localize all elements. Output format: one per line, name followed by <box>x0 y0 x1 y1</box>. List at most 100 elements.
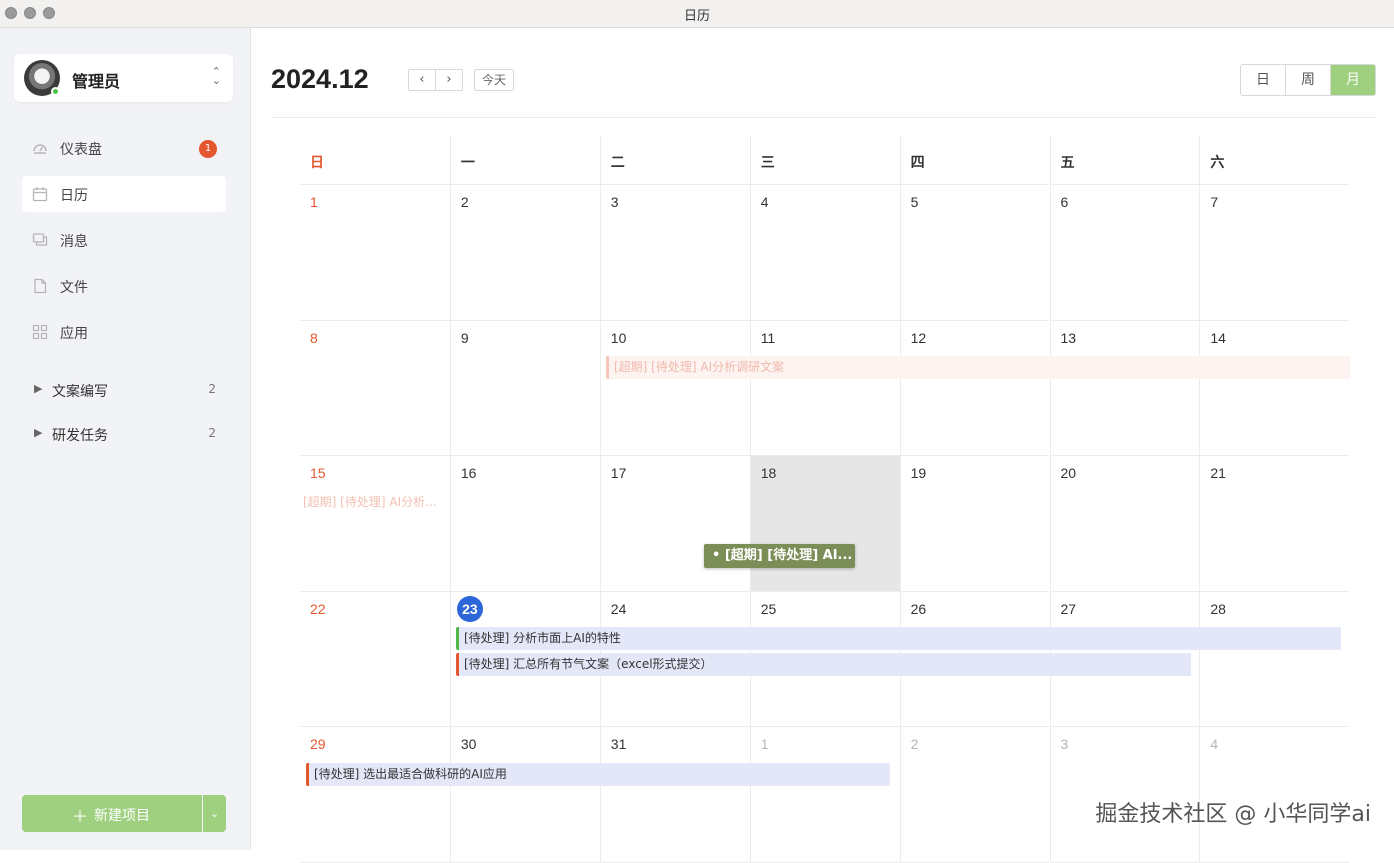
day-number: 16 <box>461 465 477 481</box>
sidebar-item-files[interactable]: 文件 <box>22 268 226 304</box>
caret-right-icon: ▶ <box>34 382 42 395</box>
next-month-button[interactable]: › <box>435 69 463 91</box>
day-cell[interactable]: 8 <box>300 321 450 457</box>
day-number: 27 <box>1061 601 1077 617</box>
chevron-updown-icon[interactable]: ⌃⌄ <box>212 67 221 85</box>
dashboard-icon <box>32 140 48 156</box>
view-month-button[interactable]: 月 <box>1331 65 1375 95</box>
day-cell[interactable]: 6 <box>1050 185 1200 321</box>
new-project-button[interactable]: ＋ 新建项目 <box>22 795 202 832</box>
sidebar-item-label: 日历 <box>60 185 88 205</box>
day-number: 10 <box>611 330 627 346</box>
day-cell[interactable]: 2 <box>900 727 1050 863</box>
day-cell[interactable]: 14 <box>1199 321 1349 457</box>
day-cell[interactable]: 12 <box>900 321 1050 457</box>
day-number: 20 <box>1061 465 1077 481</box>
divider <box>271 117 1376 118</box>
weekday-header: 三 <box>750 136 900 185</box>
view-week-button[interactable]: 周 <box>1286 65 1331 95</box>
day-cell[interactable]: 10 <box>600 321 750 457</box>
view-switcher: 日 周 月 <box>1240 64 1376 96</box>
day-cell[interactable]: 19 <box>900 456 1050 592</box>
sidebar-item-calendar[interactable]: 日历 <box>22 176 226 212</box>
day-number: 4 <box>761 194 769 210</box>
caret-right-icon: ▶ <box>34 426 42 439</box>
prev-month-button[interactable]: ‹ <box>408 69 436 91</box>
day-number: 21 <box>1210 465 1226 481</box>
weekday-header: 五 <box>1050 136 1200 185</box>
day-number: 1 <box>761 736 769 752</box>
calendar-event[interactable]: [超期] [待处理] AI分析调研文案 <box>606 356 1350 379</box>
sidebar-item-apps[interactable]: 应用 <box>22 314 226 350</box>
day-cell[interactable]: 22 <box>300 592 450 728</box>
today-button[interactable]: 今天 <box>474 69 514 91</box>
day-number: 26 <box>911 601 927 617</box>
day-cell[interactable]: 2 <box>450 185 600 321</box>
calendar-event[interactable]: [待处理] 分析市面上AI的特性 <box>456 627 1341 650</box>
day-cell[interactable]: 20 <box>1050 456 1200 592</box>
dragging-event-label: [超期] [待处理] AI... <box>725 548 853 563</box>
day-cell[interactable]: 17 <box>600 456 750 592</box>
weekday-header: 一 <box>450 136 600 185</box>
sidebar: 管理员 ⌃⌄ 仪表盘 1 日历 消息 文件 <box>0 28 251 850</box>
day-cell[interactable]: 11 <box>750 321 900 457</box>
group-label: 文案编写 <box>52 381 108 401</box>
day-cell[interactable]: 31 <box>600 727 750 863</box>
day-cell[interactable]: 1 <box>750 727 900 863</box>
title-bar: 日历 <box>0 0 1394 28</box>
day-cell[interactable]: 16 <box>450 456 600 592</box>
group-label: 研发任务 <box>52 425 108 445</box>
calendar-event[interactable]: [待处理] 汇总所有节气文案（excel形式提交） <box>456 653 1191 676</box>
day-cell[interactable]: 18 <box>750 456 900 592</box>
day-cell[interactable]: 3 <box>600 185 750 321</box>
day-number: 3 <box>1061 736 1069 752</box>
watermark: 掘金技术社区 @ 小华同学ai <box>1095 796 1371 828</box>
view-day-button[interactable]: 日 <box>1241 65 1286 95</box>
day-cell[interactable]: 13 <box>1050 321 1200 457</box>
user-switcher[interactable]: 管理员 ⌃⌄ <box>14 54 233 102</box>
day-number: 4 <box>1210 736 1218 752</box>
file-icon <box>32 278 48 294</box>
day-cell[interactable]: 1 <box>300 185 450 321</box>
sidebar-item-label: 文件 <box>60 277 88 297</box>
message-icon <box>32 232 48 248</box>
day-cell[interactable]: 4 <box>750 185 900 321</box>
day-number: 11 <box>761 330 776 346</box>
calendar-event[interactable]: [待处理] 选出最适合做科研的AI应用 <box>306 763 890 786</box>
new-project-dropdown-button[interactable]: ⌄ <box>203 795 226 832</box>
sidebar-item-label: 仪表盘 <box>60 139 102 159</box>
new-project-label: 新建项目 <box>94 805 150 825</box>
day-cell[interactable]: 29 <box>300 727 450 863</box>
window-title: 日历 <box>0 5 1394 24</box>
dragging-event[interactable]: • [超期] [待处理] AI... <box>704 544 855 568</box>
day-cell[interactable]: 28 <box>1199 592 1349 728</box>
sidebar-item-dashboard[interactable]: 仪表盘 1 <box>22 130 226 166</box>
sidebar-item-messages[interactable]: 消息 <box>22 222 226 258</box>
calendar-event[interactable]: [超期] [待处理] AI分析... <box>301 491 446 514</box>
group-rnd-tasks[interactable]: ▶ 研发任务 2 <box>22 419 226 449</box>
day-number: 15 <box>310 465 326 481</box>
day-number: 18 <box>761 465 777 481</box>
day-number: 17 <box>611 465 627 481</box>
day-cell[interactable]: 9 <box>450 321 600 457</box>
day-number: 7 <box>1210 194 1218 210</box>
group-copywriting[interactable]: ▶ 文案编写 2 <box>22 375 226 405</box>
day-cell[interactable]: 30 <box>450 727 600 863</box>
sidebar-item-label: 消息 <box>60 231 88 251</box>
day-number: 13 <box>1061 330 1077 346</box>
day-number: 2 <box>911 736 919 752</box>
day-number: 19 <box>911 465 927 481</box>
day-number: 22 <box>310 601 326 617</box>
day-number: 3 <box>611 194 619 210</box>
month-grid: 日一二三四五六123456789101112131415161718192021… <box>300 136 1349 850</box>
online-status-icon <box>51 87 60 96</box>
weekday-header: 四 <box>900 136 1050 185</box>
plus-icon: ＋ <box>72 803 88 827</box>
day-cell[interactable]: 5 <box>900 185 1050 321</box>
day-number: 24 <box>611 601 627 617</box>
day-cell[interactable]: 21 <box>1199 456 1349 592</box>
day-cell[interactable]: 7 <box>1199 185 1349 321</box>
day-cell[interactable]: 15 <box>300 456 450 592</box>
day-number: 8 <box>310 330 318 346</box>
day-number: 25 <box>761 601 777 617</box>
